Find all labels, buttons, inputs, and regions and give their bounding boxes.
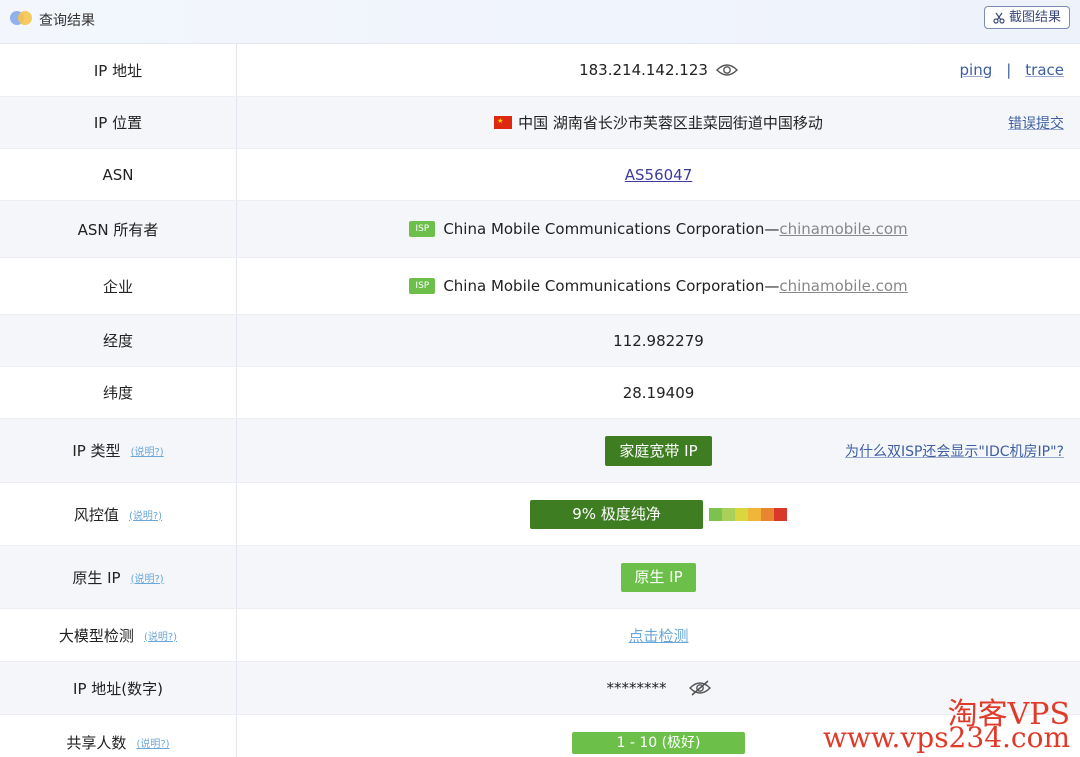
screenshot-button[interactable]: 截图结果 bbox=[983, 6, 1070, 29]
risk-score-bar: 9% 极度纯净 bbox=[530, 499, 703, 529]
isp-badge: ISP bbox=[409, 278, 436, 294]
label-latitude: 纬度 bbox=[0, 367, 237, 418]
risk-scale-swatch bbox=[761, 507, 774, 521]
watermark-url: www.vps234.com bbox=[822, 721, 1070, 754]
label-company: 企业 bbox=[0, 258, 237, 314]
native-ip-help-link[interactable]: (说明?) bbox=[131, 570, 164, 585]
shared-users-badge: 1 - 10 (极好) bbox=[572, 731, 745, 754]
link-separator: | bbox=[1006, 61, 1012, 79]
header-title: 查询结果 bbox=[39, 13, 95, 29]
scissors-icon bbox=[993, 12, 1005, 24]
asn-link[interactable]: AS56047 bbox=[625, 166, 693, 184]
row-risk: 风控值 (说明?) 9% 极度纯净 bbox=[0, 483, 1080, 546]
risk-scale-swatch bbox=[748, 507, 761, 521]
row-ip: IP 地址 183.214.142.123 ping | trace bbox=[0, 44, 1080, 97]
shared-users-help-link[interactable]: (说明?) bbox=[136, 735, 169, 750]
native-ip-badge: 原生 IP bbox=[621, 562, 696, 592]
ip-numeric-masked: ******** bbox=[606, 679, 667, 697]
label-ip-numeric: IP 地址(数字) bbox=[0, 662, 237, 714]
label-longitude: 经度 bbox=[0, 315, 237, 366]
row-ip-type: IP 类型 (说明?) 家庭宽带 IP 为什么双ISP还会显示"IDC机房IP"… bbox=[0, 419, 1080, 483]
location-value: 中国 湖南省长沙市芙蓉区韭菜园街道中国移动 bbox=[518, 114, 823, 132]
risk-score: 9% 极度纯净 bbox=[530, 499, 787, 529]
result-header: 查询结果 截图结果 bbox=[0, 0, 1080, 44]
label-ip: IP 地址 bbox=[0, 44, 237, 96]
eye-icon[interactable] bbox=[715, 63, 738, 77]
screenshot-button-label: 截图结果 bbox=[1008, 10, 1061, 25]
row-ip-numeric: IP 地址(数字) ******** bbox=[0, 662, 1080, 715]
risk-scale-swatch bbox=[735, 507, 748, 521]
company-name: China Mobile Communications Corporation— bbox=[443, 277, 780, 295]
isp-badge: ISP bbox=[409, 221, 436, 237]
llm-detect-help-link[interactable]: (说明?) bbox=[144, 628, 177, 643]
trace-link[interactable]: trace bbox=[1025, 61, 1064, 79]
row-asn: ASN AS56047 bbox=[0, 149, 1080, 201]
label-asn-owner: ASN 所有者 bbox=[0, 201, 237, 257]
row-longitude: 经度 112.982279 bbox=[0, 315, 1080, 367]
ip-type-help-link[interactable]: (说明?) bbox=[131, 443, 164, 458]
latitude-value: 28.19409 bbox=[622, 383, 695, 402]
report-error-link[interactable]: 错误提交 bbox=[1008, 97, 1064, 148]
ip-value: 183.214.142.123 bbox=[579, 61, 708, 79]
ping-link[interactable]: ping bbox=[960, 61, 993, 79]
label-risk: 风控值 bbox=[73, 505, 119, 524]
label-llm-detect: 大模型检测 bbox=[58, 626, 134, 645]
label-ip-type: IP 类型 bbox=[72, 442, 121, 460]
risk-scale-swatch bbox=[722, 507, 735, 521]
longitude-value: 112.982279 bbox=[613, 331, 704, 350]
label-asn: ASN bbox=[0, 149, 237, 200]
result-table: IP 地址 183.214.142.123 ping | trace IP 位置… bbox=[0, 44, 1080, 757]
risk-scale-swatch bbox=[709, 507, 722, 521]
row-llm-detect: 大模型检测 (说明?) 点击检测 bbox=[0, 609, 1080, 662]
eye-off-icon[interactable] bbox=[688, 680, 711, 696]
logo-icon bbox=[10, 11, 34, 25]
ip-type-badge: 家庭宽带 IP bbox=[605, 435, 712, 466]
row-company: 企业 ISP China Mobile Communications Corpo… bbox=[0, 258, 1080, 315]
asn-owner-name: China Mobile Communications Corporation— bbox=[443, 220, 780, 238]
company-domain-link[interactable]: chinamobile.com bbox=[779, 277, 907, 295]
llm-detect-link[interactable]: 点击检测 bbox=[628, 625, 688, 646]
label-location: IP 位置 bbox=[0, 97, 237, 148]
row-asn-owner: ASN 所有者 ISP China Mobile Communications … bbox=[0, 201, 1080, 258]
china-flag-icon: ★ bbox=[494, 116, 513, 129]
risk-help-link[interactable]: (说明?) bbox=[129, 507, 162, 522]
risk-color-scale bbox=[709, 507, 787, 521]
dual-isp-question-link[interactable]: 为什么双ISP还会显示"IDC机房IP"? bbox=[845, 419, 1064, 482]
label-native-ip: 原生 IP bbox=[72, 568, 121, 587]
asn-owner-domain-link[interactable]: chinamobile.com bbox=[779, 220, 907, 238]
risk-scale-swatch bbox=[774, 507, 787, 521]
row-latitude: 纬度 28.19409 bbox=[0, 367, 1080, 419]
row-location: IP 位置 ★ 中国 湖南省长沙市芙蓉区韭菜园街道中国移动 错误提交 bbox=[0, 97, 1080, 149]
row-native-ip: 原生 IP (说明?) 原生 IP bbox=[0, 546, 1080, 609]
label-shared-users: 共享人数 bbox=[66, 734, 127, 752]
